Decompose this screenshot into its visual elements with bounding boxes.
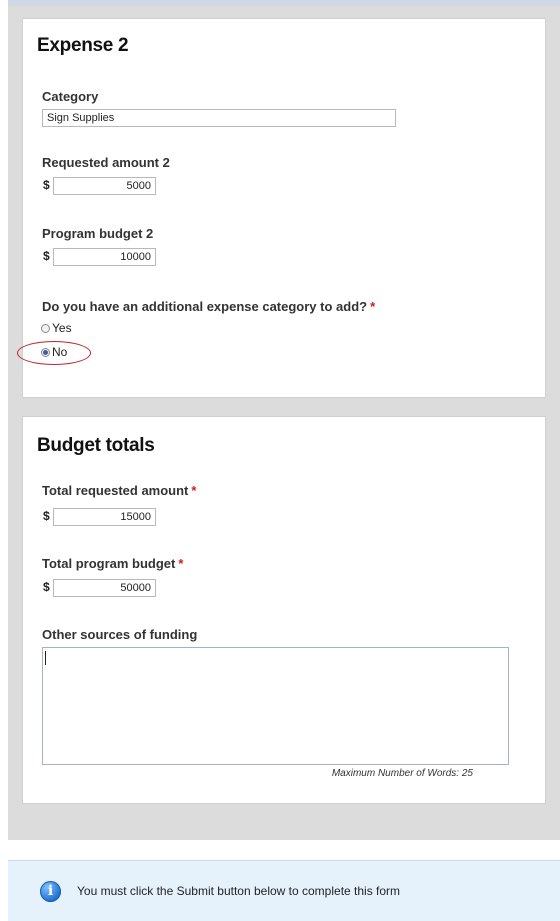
radio-option-yes[interactable]: Yes xyxy=(41,320,72,336)
additional-category-question-text: Do you have an additional expense catego… xyxy=(42,299,368,314)
total-requested-label: Total requested amount * xyxy=(42,483,196,498)
category-label: Category xyxy=(42,89,99,104)
radio-yes-button[interactable] xyxy=(41,323,50,333)
program-budget-label: Program budget 2 xyxy=(42,226,154,241)
total-program-label-text: Total program budget xyxy=(42,556,176,571)
total-program-input[interactable]: 50000 xyxy=(53,579,156,597)
submit-notice-text: You must click the Submit button below t… xyxy=(77,884,401,898)
required-marker: * xyxy=(191,483,197,498)
total-requested-input[interactable]: 15000 xyxy=(53,508,156,526)
total-program-currency: $ xyxy=(43,580,50,594)
requested-amount-currency: $ xyxy=(43,178,50,192)
total-program-label: Total program budget * xyxy=(42,556,183,571)
program-budget-currency: $ xyxy=(43,249,50,263)
category-input[interactable]: Sign Supplies xyxy=(42,109,396,127)
expense-title: Expense 2 xyxy=(37,35,129,56)
total-requested-currency: $ xyxy=(43,509,50,523)
additional-category-question: Do you have an additional expense catego… xyxy=(42,299,375,314)
text-caret xyxy=(45,651,46,665)
radio-yes-label: Yes xyxy=(52,321,72,335)
submit-notice: i You must click the Submit button below… xyxy=(8,860,560,921)
other-sources-label: Other sources of funding xyxy=(42,627,198,642)
requested-amount-label: Requested amount 2 xyxy=(42,155,170,170)
total-requested-label-text: Total requested amount xyxy=(42,483,189,498)
budget-totals-section: Budget totals Total requested amount * $ … xyxy=(22,416,546,804)
max-words-note: Maximum Number of Words: 25 xyxy=(331,768,473,779)
required-marker: * xyxy=(370,299,376,314)
program-budget-input[interactable]: 10000 xyxy=(53,248,156,266)
budget-totals-title: Budget totals xyxy=(37,435,155,456)
requested-amount-input[interactable]: 5000 xyxy=(53,177,156,195)
expense-section: Expense 2 Category Sign Supplies Request… xyxy=(22,18,546,398)
info-icon: i xyxy=(40,880,61,902)
highlight-annotation-circle xyxy=(17,341,91,365)
required-marker: * xyxy=(178,556,184,571)
other-sources-textarea[interactable] xyxy=(42,647,509,765)
